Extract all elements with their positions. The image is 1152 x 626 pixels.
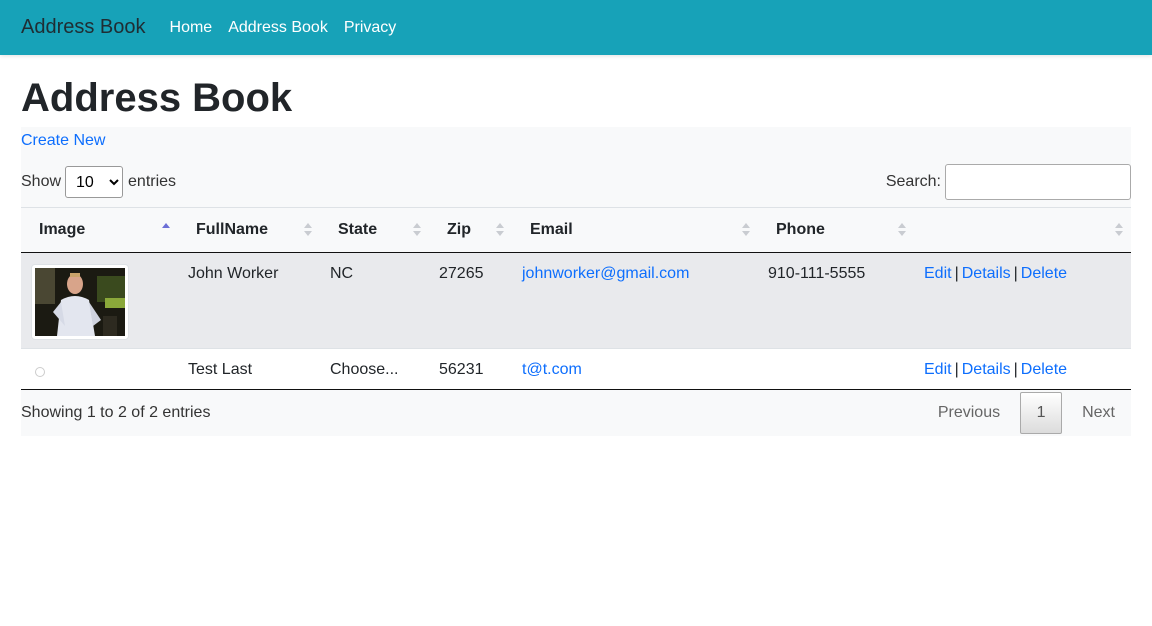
state-cell: NC bbox=[330, 265, 354, 282]
search-label: Search: bbox=[885, 173, 941, 190]
action-separator: | bbox=[1013, 361, 1018, 378]
column-label: FullName bbox=[196, 221, 269, 238]
pagination: Previous 1 Next bbox=[922, 392, 1131, 434]
email-link[interactable]: johnworker@gmail.com bbox=[522, 265, 689, 282]
column-header-zip[interactable]: Zip bbox=[429, 207, 512, 253]
sort-ascending-icon bbox=[162, 222, 170, 238]
column-header-state[interactable]: State bbox=[320, 207, 429, 253]
table-controls: Show 10 entries Search: bbox=[21, 157, 1131, 207]
brand-link[interactable]: Address Book bbox=[21, 16, 146, 39]
table-info: Showing 1 to 2 of 2 entries bbox=[21, 404, 211, 421]
entries-label: entries bbox=[128, 173, 177, 190]
sort-icon bbox=[1115, 222, 1123, 238]
column-header-actions[interactable] bbox=[914, 207, 1131, 253]
main-content: Address Book Create New Show 10 entries … bbox=[0, 75, 1152, 436]
table-row: John Worker NC 27265 johnworker@gmail.co… bbox=[21, 252, 1131, 349]
email-link[interactable]: t@t.com bbox=[522, 361, 582, 378]
nav-link-privacy[interactable]: Privacy bbox=[344, 19, 396, 37]
table-row: Test Last Choose... 56231 t@t.com Edit | D… bbox=[21, 348, 1131, 390]
state-cell: Choose... bbox=[320, 348, 429, 390]
sort-icon bbox=[898, 222, 906, 238]
nav-link-address-book[interactable]: Address Book bbox=[228, 19, 328, 37]
next-page-button[interactable]: Next bbox=[1066, 404, 1131, 422]
email-cell: t@t.com bbox=[512, 348, 758, 390]
column-label: Email bbox=[530, 221, 573, 238]
search-control: Search: bbox=[886, 164, 1131, 200]
details-link[interactable]: Details bbox=[962, 265, 1011, 282]
address-table: Image FullName State Zip Email Phone Joh… bbox=[21, 207, 1131, 390]
zip-cell: 56231 bbox=[429, 348, 512, 390]
create-new-link[interactable]: Create New bbox=[21, 127, 105, 150]
column-header-email[interactable]: Email bbox=[512, 207, 758, 253]
show-label: Show bbox=[21, 173, 62, 190]
page-length-select[interactable]: 10 bbox=[65, 166, 124, 198]
previous-page-button[interactable]: Previous bbox=[922, 404, 1016, 422]
column-label: Zip bbox=[447, 221, 471, 238]
details-link[interactable]: Details bbox=[962, 361, 1011, 378]
action-separator: | bbox=[954, 265, 959, 282]
nav-link-home[interactable]: Home bbox=[170, 19, 213, 37]
zip-cell: 27265 bbox=[439, 265, 484, 282]
datatable-wrapper: Create New Show 10 entries Search: Image bbox=[21, 127, 1131, 436]
action-separator: | bbox=[1013, 265, 1018, 282]
fullname-cell: Test Last bbox=[178, 348, 320, 390]
column-header-fullname[interactable]: FullName bbox=[178, 207, 320, 253]
table-footer: Showing 1 to 2 of 2 entries Previous 1 N… bbox=[21, 390, 1131, 436]
column-label: Phone bbox=[776, 221, 825, 238]
edit-link[interactable]: Edit bbox=[924, 265, 952, 282]
column-label: Image bbox=[39, 221, 86, 238]
image-cell bbox=[21, 348, 178, 390]
page-length-control: Show 10 entries bbox=[21, 166, 176, 198]
image-cell bbox=[21, 253, 178, 349]
top-navbar: Address Book Home Address Book Privacy bbox=[0, 0, 1152, 55]
actions-cell: Edit | Details | Delete bbox=[914, 253, 1131, 349]
action-separator: | bbox=[954, 361, 959, 378]
sort-icon bbox=[742, 222, 750, 238]
column-header-image[interactable]: Image bbox=[21, 207, 178, 253]
column-header-phone[interactable]: Phone bbox=[758, 207, 914, 253]
sort-icon bbox=[413, 222, 421, 238]
delete-link[interactable]: Delete bbox=[1021, 265, 1067, 282]
edit-link[interactable]: Edit bbox=[924, 361, 952, 378]
search-input[interactable] bbox=[945, 164, 1131, 200]
phone-cell bbox=[758, 348, 914, 390]
sort-icon bbox=[304, 222, 312, 238]
phone-cell: 910-111-5555 bbox=[768, 265, 866, 282]
contact-photo bbox=[31, 264, 129, 340]
missing-image-icon bbox=[35, 367, 45, 377]
column-label: State bbox=[338, 221, 378, 238]
actions-cell: Edit | Details | Delete bbox=[914, 348, 1131, 390]
sort-icon bbox=[496, 222, 504, 238]
table-header-row: Image FullName State Zip Email Phone bbox=[21, 207, 1131, 253]
delete-link[interactable]: Delete bbox=[1021, 361, 1067, 378]
fullname-cell: John Worker bbox=[188, 265, 279, 282]
page-title: Address Book bbox=[21, 76, 293, 120]
email-cell: johnworker@gmail.com bbox=[512, 253, 758, 349]
page-button-current[interactable]: 1 bbox=[1020, 392, 1063, 434]
